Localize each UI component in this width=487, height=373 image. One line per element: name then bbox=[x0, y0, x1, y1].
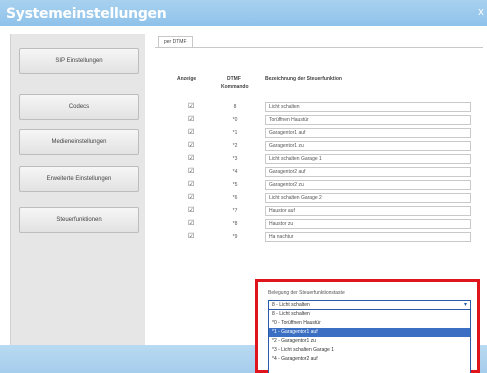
sidebar: SIP Einstellungen Codecs Medieneinstellu… bbox=[10, 34, 145, 350]
dropdown-option[interactable]: 8 - Licht schalten bbox=[269, 310, 470, 319]
row-description-input[interactable]: Garagentor2 zu bbox=[265, 180, 471, 190]
row-dtmf-command: 8 bbox=[233, 104, 237, 110]
row-dtmf-command: *8 bbox=[232, 221, 238, 227]
row-description-input[interactable]: Garagentor1 zu bbox=[265, 141, 471, 151]
row-checkbox[interactable]: ☑ bbox=[188, 220, 195, 227]
sidebar-item-advanced-settings[interactable]: Erweiterte Einstellungen bbox=[19, 166, 139, 192]
row-dtmf-command: *5 bbox=[232, 182, 238, 188]
row-description-input[interactable]: Licht schalten Garage 2 bbox=[265, 193, 471, 203]
row-description-input[interactable]: Garagentor1 auf bbox=[265, 128, 471, 138]
column-header-display: Anzeige bbox=[177, 76, 197, 82]
row-dtmf-command: *4 bbox=[232, 169, 238, 175]
sidebar-item-control-functions[interactable]: Steuerfunktionen bbox=[19, 207, 139, 233]
row-description-input[interactable]: Licht schalten bbox=[265, 102, 471, 112]
row-description-input[interactable]: Ha nachtur bbox=[265, 232, 471, 242]
dropdown-label: Belegung der Steuerfunktionstaste bbox=[268, 290, 345, 296]
row-dtmf-command: *1 bbox=[232, 130, 238, 136]
row-checkbox[interactable]: ☑ bbox=[188, 181, 195, 188]
chevron-down-icon: ▾ bbox=[463, 302, 467, 308]
row-checkbox[interactable]: ☑ bbox=[188, 103, 195, 110]
row-dtmf-command: *6 bbox=[232, 195, 238, 201]
row-description-input[interactable]: Haustor zu bbox=[265, 219, 471, 229]
close-icon[interactable]: x bbox=[477, 4, 485, 20]
dropdown-option[interactable]: *2 - Garagentor1 zu bbox=[269, 337, 470, 346]
dropdown-highlight-box: Belegung der Steuerfunktionstaste 8 - Li… bbox=[255, 279, 480, 373]
row-checkbox[interactable]: ☑ bbox=[188, 233, 195, 240]
row-checkbox[interactable]: ☑ bbox=[188, 207, 195, 214]
select-value: 8 - Licht schalten bbox=[272, 302, 310, 308]
column-header-dtmf: DTMF bbox=[227, 76, 241, 82]
row-checkbox[interactable]: ☑ bbox=[188, 194, 195, 201]
row-dtmf-command: *0 bbox=[232, 117, 238, 123]
row-checkbox[interactable]: ☑ bbox=[188, 142, 195, 149]
dropdown-option[interactable]: *0 - Torüffnen Haustür bbox=[269, 319, 470, 328]
sidebar-item-codecs[interactable]: Codecs bbox=[19, 94, 139, 120]
row-dtmf-command: *7 bbox=[232, 208, 238, 214]
sidebar-item-sip-settings[interactable]: SIP Einstellungen bbox=[19, 48, 139, 74]
function-key-select[interactable]: 8 - Licht schalten ▾ bbox=[268, 300, 471, 310]
row-dtmf-command: *9 bbox=[232, 234, 238, 240]
dropdown-option[interactable]: *4 - Garagentor2 auf bbox=[269, 355, 470, 364]
window-titlebar: Systemeinstellungen x bbox=[0, 0, 487, 26]
sidebar-item-media-settings[interactable]: Medieneinstellungen bbox=[19, 129, 139, 155]
row-checkbox[interactable]: ☑ bbox=[188, 129, 195, 136]
row-description-input[interactable]: Garagentor2 auf bbox=[265, 167, 471, 177]
dropdown-option[interactable]: *1 - Garagentor1 auf bbox=[269, 328, 470, 337]
window-title: Systemeinstellungen bbox=[6, 6, 167, 22]
column-header-description: Bezeichnung der Steuerfunktion bbox=[265, 76, 342, 82]
row-description-input[interactable]: Licht schalten Garage 1 bbox=[265, 154, 471, 164]
row-checkbox[interactable]: ☑ bbox=[188, 168, 195, 175]
row-dtmf-command: *3 bbox=[232, 156, 238, 162]
dropdown-option[interactable]: *3 - Licht schalten Garage 1 bbox=[269, 346, 470, 355]
column-header-command: Kommando bbox=[221, 84, 249, 90]
row-description-input[interactable]: Haustor auf bbox=[265, 206, 471, 216]
row-checkbox[interactable]: ☑ bbox=[188, 155, 195, 162]
dropdown-options-list: 8 - Licht schalten *0 - Torüffnen Haustür… bbox=[268, 310, 471, 373]
row-description-input[interactable]: Torüffnen Haustür bbox=[265, 115, 471, 125]
row-checkbox[interactable]: ☑ bbox=[188, 116, 195, 123]
row-dtmf-command: *2 bbox=[232, 143, 238, 149]
